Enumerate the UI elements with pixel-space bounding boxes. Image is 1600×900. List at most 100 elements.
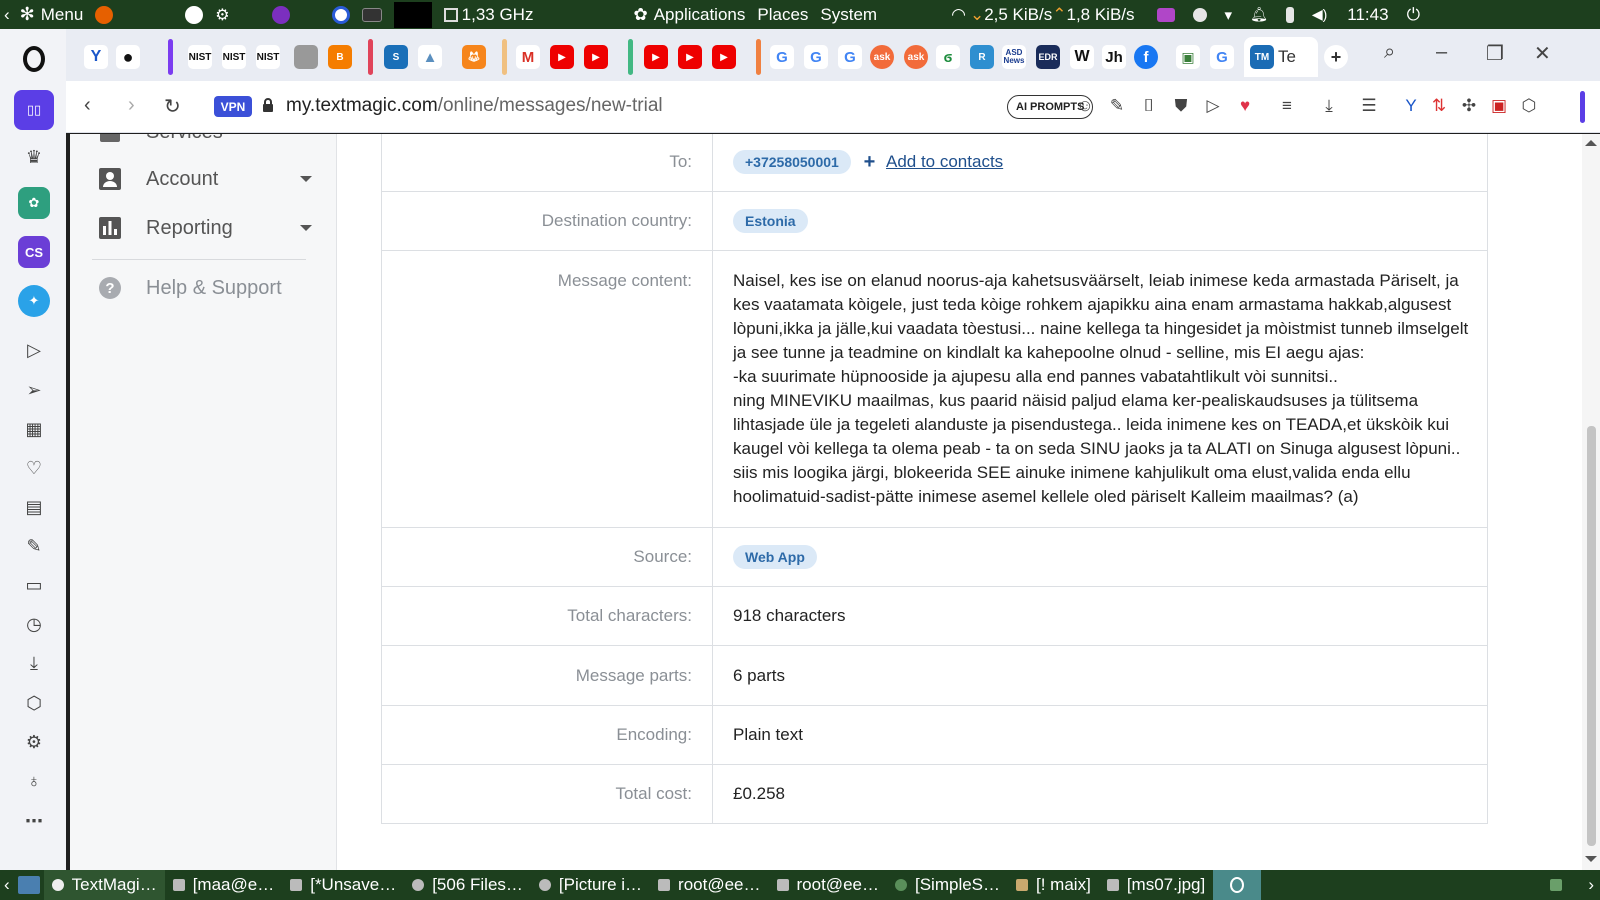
panel-left-arrow[interactable]: ‹ [0, 0, 14, 29]
applications-menu[interactable]: ✿ Applications [627, 0, 751, 29]
scroll-thumb[interactable] [1587, 426, 1596, 846]
page-scrollbar[interactable] [1582, 134, 1600, 870]
power-button[interactable]: ⏻ [1401, 0, 1426, 29]
easy-setup-icon[interactable]: ☰ [1358, 95, 1380, 117]
google-tab-icon[interactable]: G [770, 45, 794, 69]
clock[interactable]: 11:43 [1341, 0, 1394, 29]
youtube-tab-icon[interactable]: ▶ [712, 45, 736, 69]
s-tab-icon[interactable]: S [384, 45, 408, 69]
send-icon[interactable]: ▷ [1202, 95, 1224, 117]
reload-icon[interactable]: ↻ [164, 94, 181, 119]
youtube-tab-icon[interactable]: ▶ [678, 45, 702, 69]
task-textmagic[interactable]: TextMagi… [43, 870, 165, 900]
new-tab-button[interactable]: + [1324, 45, 1348, 69]
task-editor[interactable]: [*Unsave… [282, 870, 404, 900]
youtube-tab-icon[interactable]: ▶ [584, 45, 608, 69]
gmail-tab-icon[interactable]: M [516, 45, 540, 69]
ask-tab-icon[interactable]: ask [870, 45, 894, 69]
triangle-tab-icon[interactable]: ▲ [418, 45, 442, 69]
shield-icon[interactable]: ⛊ [1170, 95, 1192, 117]
nist-tab-icon[interactable]: NIST [188, 45, 212, 69]
vivaldi-tab-icon[interactable]: Y [84, 45, 108, 69]
document-tab-icon[interactable] [294, 45, 318, 69]
github-tab-icon[interactable]: ● [116, 45, 140, 69]
scroll-down-arrow[interactable] [1585, 856, 1597, 862]
record-icon[interactable]: ▣ [1488, 95, 1510, 117]
send-icon[interactable]: ➢ [18, 374, 50, 406]
vpn-badge[interactable]: VPN [214, 96, 252, 117]
minimize-icon[interactable]: – [1436, 41, 1447, 64]
taskbar-right-arrow[interactable]: › [1582, 870, 1600, 900]
puzzle-icon[interactable]: ✣ [1458, 95, 1480, 117]
opera-launcher[interactable] [326, 0, 356, 29]
google-tab-icon[interactable]: G [1210, 45, 1234, 69]
edr-tab-icon[interactable]: EDR [1036, 45, 1060, 69]
sidebar-item-help[interactable]: ? Help & Support [98, 273, 312, 303]
download-icon[interactable]: ⤓ [1318, 95, 1340, 117]
task-root-terminal-2[interactable]: root@ee… [769, 870, 887, 900]
extension-arrow-icon[interactable]: ⇅ [1428, 95, 1450, 117]
downloads-icon[interactable]: ⤓ [18, 647, 50, 679]
taskbar-left-arrow[interactable]: ‹ [0, 870, 14, 900]
volume-icon[interactable]: ◀) [1312, 6, 1327, 23]
news-icon[interactable]: ▤ [18, 491, 50, 523]
show-desktop-button[interactable] [14, 870, 44, 900]
task-simples[interactable]: [SimpleS… [887, 870, 1008, 900]
audio-monitor-icon[interactable] [1156, 7, 1175, 22]
wifi-icon[interactable]: ▾ [1225, 6, 1233, 24]
vivaldi-ext-icon[interactable]: Y [1400, 95, 1422, 117]
jh-tab-icon[interactable]: Jh [1102, 45, 1126, 69]
chevron-down-icon[interactable] [300, 176, 312, 182]
task-terminal[interactable]: [maa@e… [165, 870, 283, 900]
app-launcher-a[interactable] [179, 0, 209, 29]
blogger-tab-icon[interactable]: B [328, 45, 352, 69]
battery-icon[interactable] [1285, 6, 1294, 23]
restore-icon[interactable]: ❐ [1486, 41, 1504, 66]
chatgpt-icon[interactable]: ✿ [18, 187, 50, 219]
box-icon[interactable]: ⬡ [1518, 95, 1540, 117]
wikipedia-tab-icon[interactable]: W [1070, 45, 1094, 69]
chevron-down-icon[interactable] [300, 225, 312, 231]
google-tab-icon[interactable]: G [804, 45, 828, 69]
url-field[interactable]: my.textmagic.com/online/messages/new-tri… [286, 95, 663, 117]
scanner-tab-icon[interactable]: ▣ [1176, 45, 1200, 69]
cs-icon[interactable]: CS [18, 236, 50, 268]
emoji-icon[interactable]: ☺ [1074, 95, 1096, 117]
active-tab[interactable]: TM Te [1244, 37, 1318, 77]
menu-button[interactable]: ✻ Menu [14, 0, 90, 29]
crown-icon[interactable]: ♛ [18, 141, 50, 173]
task-picture[interactable]: [Picture i… [531, 870, 650, 900]
close-icon[interactable]: ✕ [1534, 41, 1551, 66]
facebook-tab-icon[interactable]: f [1134, 45, 1158, 69]
ask-tab-icon[interactable]: ask [904, 45, 928, 69]
camera-icon[interactable]: ⌷ [1138, 95, 1160, 117]
player-icon[interactable]: ▷ [18, 334, 50, 366]
history-icon[interactable]: ◷ [18, 608, 50, 640]
google-tab-icon[interactable]: G [838, 45, 862, 69]
more-icon[interactable]: ⋯ [18, 805, 50, 837]
plus-icon[interactable]: + [864, 151, 876, 173]
forward-icon[interactable]: › [128, 94, 135, 117]
firefox-launcher[interactable] [89, 0, 119, 29]
asd-news-tab-icon[interactable]: ASD News [1002, 45, 1026, 69]
sidebar-item-reporting[interactable]: Reporting [98, 213, 312, 243]
bell-icon[interactable]: 🔔︎ [1250, 6, 1268, 23]
lightbulb-icon[interactable]: ♁ [18, 765, 50, 797]
system-menu[interactable]: System [814, 0, 883, 29]
apps-grid-icon[interactable]: ▦ [18, 413, 50, 445]
trash-button[interactable] [1542, 870, 1570, 900]
task-root-terminal-1[interactable]: root@ee… [650, 870, 768, 900]
nist-tab-icon[interactable]: NIST [256, 45, 280, 69]
task-maix[interactable]: [! maix] [1008, 870, 1099, 900]
opera-logo-icon[interactable] [18, 43, 50, 75]
add-to-contacts-link[interactable]: Add to contacts [886, 152, 1003, 171]
settings-icon[interactable]: ⚙ [18, 726, 50, 758]
edit-icon[interactable]: ✎ [1106, 95, 1128, 117]
task-files[interactable]: [506 Files… [404, 870, 531, 900]
youtube-tab-icon[interactable]: ▶ [644, 45, 668, 69]
lock-icon[interactable] [262, 98, 274, 112]
scroll-up-arrow[interactable] [1585, 140, 1597, 146]
terminal-launcher[interactable] [356, 0, 388, 29]
workspace-switcher[interactable] [1213, 870, 1262, 900]
back-icon[interactable]: ‹ [84, 94, 91, 117]
